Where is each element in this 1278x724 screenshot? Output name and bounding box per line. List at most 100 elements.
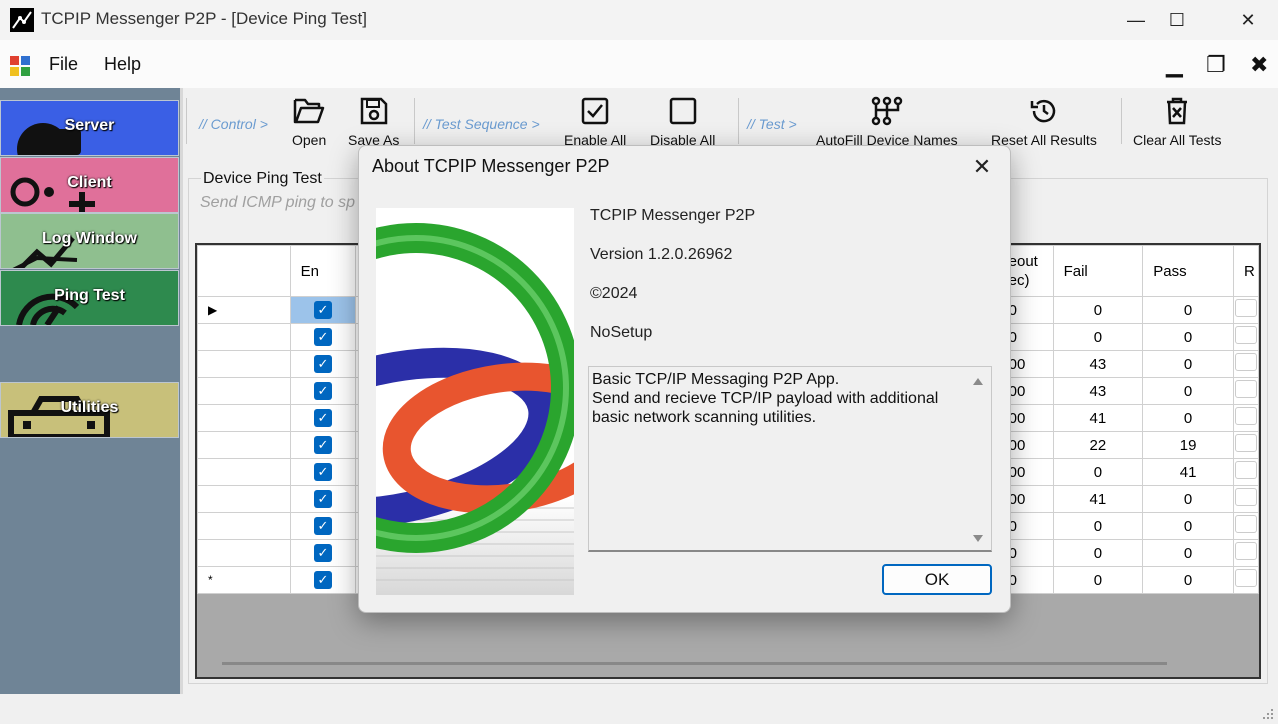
checkbox-checked-icon[interactable]: ✓ — [313, 328, 332, 346]
checkbox-checked-icon[interactable]: ✓ — [313, 355, 332, 373]
column-header-pass[interactable]: Pass — [1142, 245, 1234, 297]
sidebar-item-client[interactable]: Client — [0, 157, 179, 213]
result-cell[interactable] — [1232, 566, 1259, 594]
checkbox-checked-icon[interactable]: ✓ — [313, 463, 332, 481]
timeout-cell[interactable]: 0 — [1007, 512, 1054, 540]
result-button[interactable] — [1234, 515, 1257, 533]
enabled-checkbox[interactable]: ✓ — [289, 539, 357, 567]
pass-cell[interactable]: 0 — [1142, 566, 1234, 594]
pass-cell[interactable]: 0 — [1142, 404, 1234, 432]
result-button[interactable] — [1234, 353, 1257, 371]
checkbox-checked-icon[interactable]: ✓ — [313, 544, 332, 562]
mdi-child-icon[interactable] — [9, 55, 31, 77]
column-header-fail[interactable]: Fail — [1052, 245, 1144, 297]
result-cell[interactable] — [1232, 539, 1259, 567]
vertical-scrollbar[interactable] — [965, 367, 991, 550]
horizontal-scrollbar[interactable] — [222, 662, 1167, 665]
fail-cell[interactable]: 0 — [1052, 566, 1144, 594]
timeout-cell[interactable]: 0 — [1007, 296, 1054, 324]
result-cell[interactable] — [1232, 485, 1259, 513]
save-as-button[interactable]: Save As — [348, 96, 399, 148]
row-header[interactable] — [197, 485, 291, 513]
row-header[interactable] — [197, 350, 291, 378]
enabled-checkbox[interactable]: ✓ — [289, 404, 357, 432]
pass-cell[interactable]: 0 — [1142, 377, 1234, 405]
enabled-checkbox[interactable]: ✓ — [289, 512, 357, 540]
checkbox-checked-icon[interactable]: ✓ — [313, 301, 332, 319]
checkbox-checked-icon[interactable]: ✓ — [313, 382, 332, 400]
checkbox-checked-icon[interactable]: ✓ — [313, 490, 332, 508]
resize-grip-icon[interactable] — [1262, 708, 1274, 720]
checkbox-checked-icon[interactable]: ✓ — [313, 436, 332, 454]
result-cell[interactable] — [1232, 404, 1259, 432]
timeout-cell[interactable]: 00 — [1007, 350, 1054, 378]
enabled-checkbox[interactable]: ✓ — [289, 431, 357, 459]
result-cell[interactable] — [1232, 431, 1259, 459]
pass-cell[interactable]: 0 — [1142, 485, 1234, 513]
row-header[interactable] — [197, 431, 291, 459]
fail-cell[interactable]: 22 — [1052, 431, 1144, 459]
row-header[interactable] — [197, 377, 291, 405]
mdi-close-button[interactable]: ✖ — [1250, 52, 1268, 78]
timeout-cell[interactable]: 00 — [1007, 377, 1054, 405]
checkbox-checked-icon[interactable]: ✓ — [313, 409, 332, 427]
enabled-checkbox[interactable]: ✓ — [289, 458, 357, 486]
result-button[interactable] — [1234, 380, 1257, 398]
mdi-restore-button[interactable]: ❐ — [1206, 52, 1226, 78]
enabled-checkbox[interactable]: ✓ — [289, 485, 357, 513]
sidebar-item-utilities[interactable]: Utilities — [0, 382, 179, 438]
timeout-cell[interactable]: 0 — [1007, 566, 1054, 594]
fail-cell[interactable]: 0 — [1052, 296, 1144, 324]
reset-all-results-button[interactable]: Reset All Results — [991, 96, 1097, 148]
mdi-minimize-button[interactable]: ▁ — [1166, 52, 1183, 78]
menu-help[interactable]: Help — [104, 54, 141, 75]
ok-button[interactable]: OK — [882, 564, 992, 595]
column-header-timeout[interactable]: eout ec) — [1007, 245, 1054, 297]
result-button[interactable] — [1234, 569, 1257, 587]
enabled-checkbox[interactable]: ✓ — [289, 323, 357, 351]
result-cell[interactable] — [1232, 458, 1259, 486]
sidebar-item-server[interactable]: Server — [0, 100, 179, 156]
result-button[interactable] — [1234, 299, 1257, 317]
result-button[interactable] — [1234, 461, 1257, 479]
timeout-cell[interactable]: 00 — [1007, 458, 1054, 486]
description-textbox[interactable]: Basic TCP/IP Messaging P2P App. Send and… — [588, 366, 992, 552]
row-header[interactable]: ▶ — [197, 296, 291, 324]
column-header-enabled[interactable]: En — [289, 245, 357, 297]
pass-cell[interactable]: 41 — [1142, 458, 1234, 486]
timeout-cell[interactable]: 00 — [1007, 404, 1054, 432]
result-button[interactable] — [1234, 326, 1257, 344]
enable-all-button[interactable]: Enable All — [564, 96, 626, 148]
row-header[interactable] — [197, 404, 291, 432]
result-cell[interactable] — [1232, 350, 1259, 378]
sidebar-item-log-window[interactable]: Log Window — [0, 213, 179, 269]
fail-cell[interactable]: 0 — [1052, 458, 1144, 486]
checkbox-checked-icon[interactable]: ✓ — [313, 517, 332, 535]
scroll-down-icon[interactable] — [973, 535, 983, 542]
sidebar-item-ping-test[interactable]: Ping Test — [0, 270, 179, 326]
timeout-cell[interactable]: 00 — [1007, 485, 1054, 513]
maximize-button[interactable]: ☐ — [1142, 0, 1212, 40]
open-button[interactable]: Open — [292, 96, 326, 148]
timeout-cell[interactable]: 0 — [1007, 539, 1054, 567]
disable-all-button[interactable]: Disable All — [650, 96, 715, 148]
pass-cell[interactable]: 0 — [1142, 350, 1234, 378]
menu-file[interactable]: File — [49, 54, 78, 75]
scroll-up-icon[interactable] — [973, 378, 983, 385]
result-cell[interactable] — [1232, 296, 1259, 324]
fail-cell[interactable]: 0 — [1052, 512, 1144, 540]
fail-cell[interactable]: 43 — [1052, 377, 1144, 405]
row-header[interactable] — [197, 512, 291, 540]
dialog-close-button[interactable]: ✕ — [964, 152, 1000, 182]
timeout-cell[interactable]: 0 — [1007, 323, 1054, 351]
fail-cell[interactable]: 0 — [1052, 539, 1144, 567]
autofill-device-names-button[interactable]: AutoFill Device Names — [816, 96, 958, 148]
result-button[interactable] — [1234, 488, 1257, 506]
clear-all-tests-button[interactable]: Clear All Tests — [1133, 96, 1221, 148]
fail-cell[interactable]: 41 — [1052, 404, 1144, 432]
result-cell[interactable] — [1232, 512, 1259, 540]
pass-cell[interactable]: 0 — [1142, 512, 1234, 540]
pass-cell[interactable]: 0 — [1142, 539, 1234, 567]
result-button[interactable] — [1234, 542, 1257, 560]
row-header[interactable] — [197, 323, 291, 351]
